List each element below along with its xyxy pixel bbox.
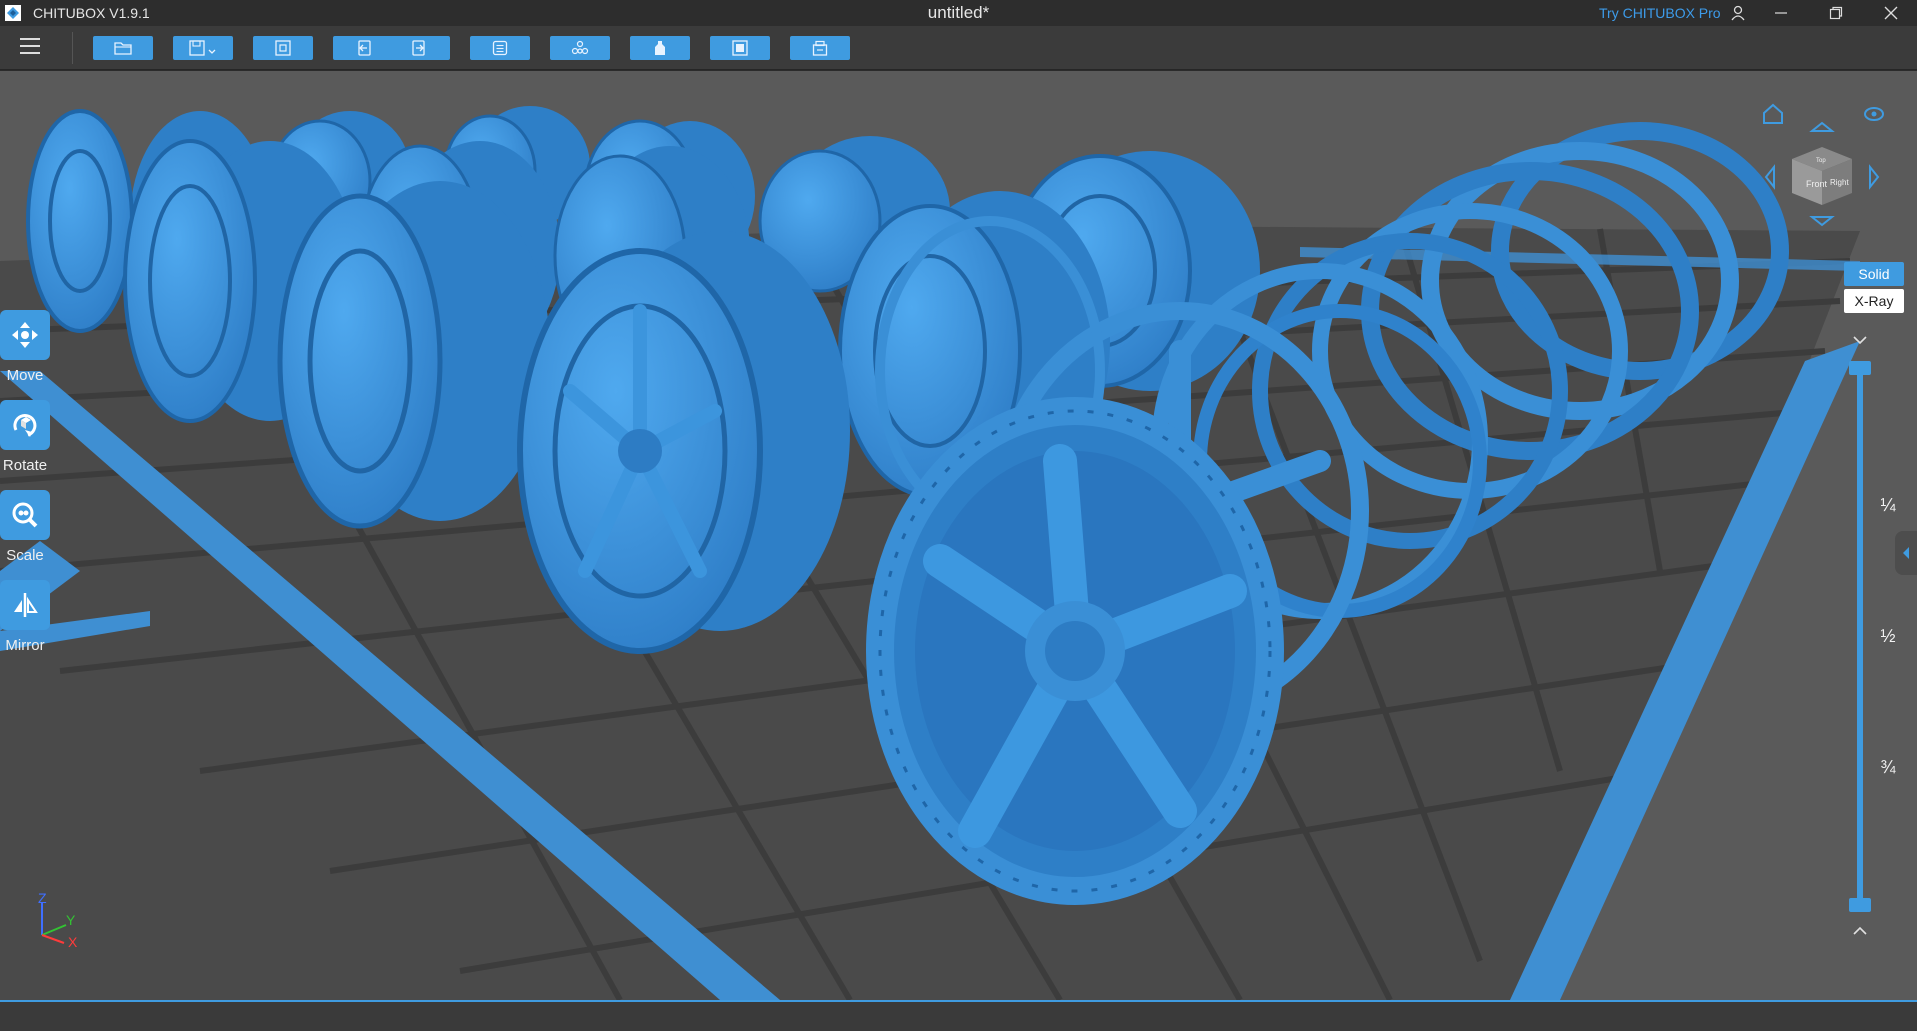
redo-icon [412,40,425,56]
mirror-tool[interactable]: Mirror [0,580,50,654]
close-icon [1884,6,1898,20]
screen-icon [732,40,748,56]
slider-half-label: ½ [1880,626,1896,646]
chevron-left-icon [1903,547,1909,559]
title-bar: CHITUBOX V1.9.1 untitled* Try CHITUBOX P… [0,0,1917,26]
home-view-icon[interactable] [1763,103,1783,124]
minimize-button[interactable] [1758,0,1804,26]
undo-icon [358,40,371,56]
redo-button[interactable] [390,36,450,60]
layer-slider-track[interactable] [1857,365,1863,905]
solid-mode-button[interactable]: Solid [1844,262,1904,286]
user-icon [1731,5,1745,21]
slider-expand-icon[interactable] [1850,924,1870,938]
print-settings-button[interactable] [710,36,770,60]
folder-icon [114,42,132,55]
3d-viewport[interactable]: Front Right Top Solid X-Ray ¼ ½ ¾ Move R… [0,71,1917,1000]
rotate-left-icon[interactable] [1764,164,1775,190]
side-panel-toggle[interactable] [1895,531,1917,575]
support-icon [571,40,589,55]
fit-view-button[interactable] [253,36,313,60]
slider-quarter-label: ¼ [1880,495,1896,515]
try-pro-link[interactable]: Try CHITUBOX Pro [1599,5,1721,21]
fit-view-icon [275,40,291,56]
rotate-down-icon[interactable] [1809,216,1835,227]
slider-three-quarter-label: ¾ [1880,757,1896,777]
eye-icon[interactable] [1864,107,1884,121]
minimize-icon [1775,12,1787,14]
move-icon [0,310,50,360]
cube-right-label: Right [1830,178,1849,187]
resin-bottle-icon [655,41,665,55]
menu-button[interactable] [18,36,48,60]
scale-label: Scale [6,547,44,564]
scene-canvas[interactable] [0,71,1917,1000]
status-bar [0,1000,1917,1031]
toolbar-divider [72,32,73,64]
view-navigator: Front Right Top [1763,103,1884,227]
printer-button[interactable] [790,36,850,60]
layer-slider-bottom-handle[interactable] [1849,898,1871,912]
rotate-tool[interactable]: Rotate [0,400,50,474]
restore-button[interactable] [1813,0,1859,26]
mirror-icon [0,580,50,630]
app-name: CHITUBOX V1.9.1 [33,5,150,21]
cube-front-label: Front [1806,179,1828,189]
axis-y-label: Y [66,912,76,928]
slice-settings-button[interactable] [630,36,690,60]
rotate-label: Rotate [2,457,48,474]
layer-slider-top-handle[interactable] [1849,361,1871,375]
axis-x-label: X [68,934,78,950]
hamburger-icon [20,38,40,54]
open-file-button[interactable] [93,36,153,60]
axis-z-label: Z [38,891,47,906]
support-button[interactable] [550,36,610,60]
scale-icon [0,490,50,540]
undo-button[interactable] [333,36,393,60]
move-tool[interactable]: Move [0,310,50,384]
model-list-button[interactable] [470,36,530,60]
mirror-label: Mirror [5,637,45,654]
restore-icon [1829,6,1843,20]
rotate-right-icon[interactable] [1869,164,1880,190]
rotate-icon [0,400,50,450]
printer-icon [812,40,828,56]
xray-mode-button[interactable]: X-Ray [1844,289,1904,313]
app-logo-icon [5,5,21,21]
cube-top-label: Top [1816,158,1826,164]
view-cube[interactable]: Front Right Top [1792,147,1852,205]
slider-collapse-icon[interactable] [1850,333,1870,347]
axis-gizmo: Z Y X [38,891,78,950]
list-icon [492,40,508,56]
scale-tool[interactable]: Scale [0,490,50,564]
close-button[interactable] [1868,0,1914,26]
account-button[interactable] [1716,0,1760,26]
rotate-up-icon[interactable] [1809,121,1835,132]
move-label: Move [6,367,44,384]
save-icon [189,40,216,56]
save-button[interactable] [173,36,233,60]
main-toolbar [0,26,1917,70]
